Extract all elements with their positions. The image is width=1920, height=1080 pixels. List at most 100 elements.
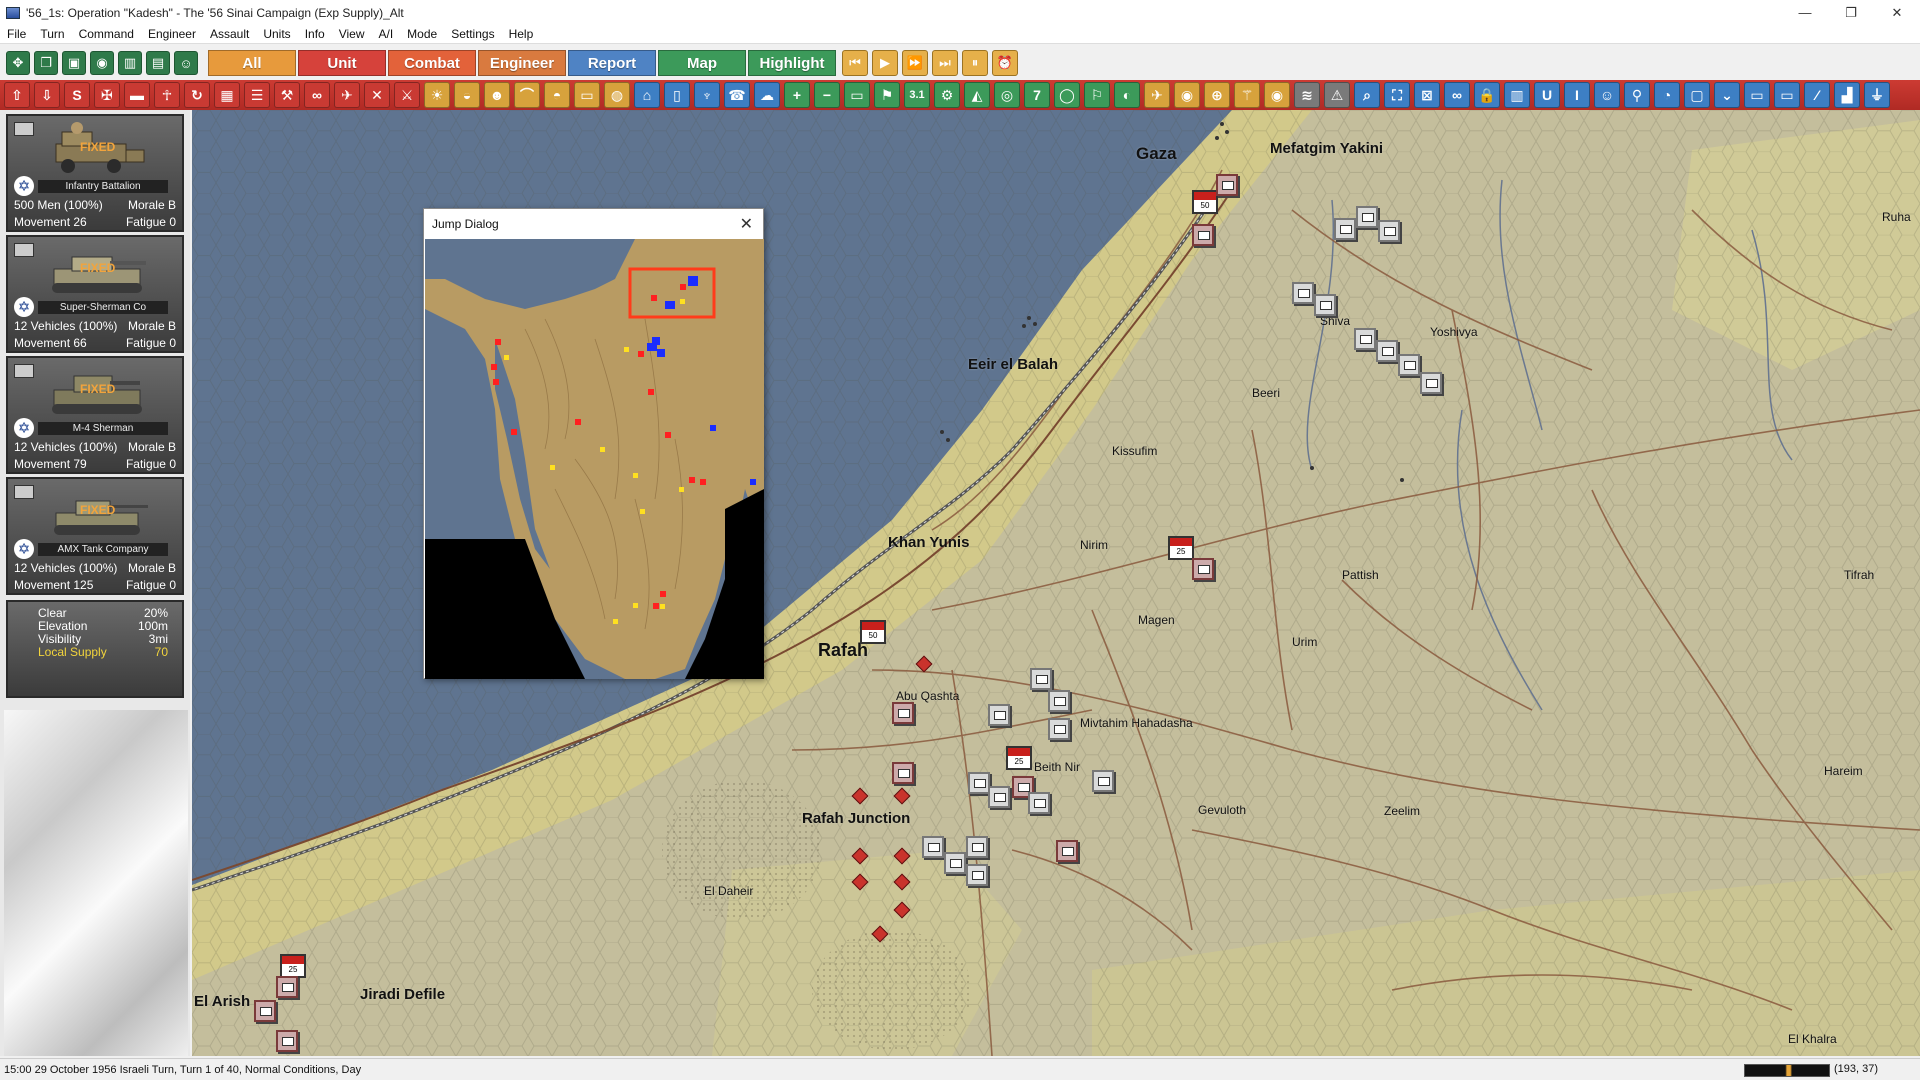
friendly-unit-counter[interactable] [1356, 206, 1378, 228]
tab-map[interactable]: Map [658, 50, 746, 76]
supply-icon[interactable]: S [64, 82, 90, 108]
objective-flag[interactable]: 25 [280, 954, 306, 978]
layers-icon[interactable]: ▣ [62, 51, 86, 75]
mine-icon[interactable]: ☀ [424, 82, 450, 108]
menu-ai[interactable]: A/I [372, 27, 401, 41]
menu-command[interactable]: Command [72, 27, 141, 41]
pause-icon[interactable]: ⏸ [962, 50, 988, 76]
signal-icon[interactable]: ⚚ [1234, 82, 1260, 108]
tab-report[interactable]: Report [568, 50, 656, 76]
u-icon[interactable]: U [1534, 82, 1560, 108]
face-icon[interactable]: ☺ [1594, 82, 1620, 108]
hq-icon[interactable]: ▭ [1744, 82, 1770, 108]
book-icon[interactable]: ▯ [664, 82, 690, 108]
objective-flag[interactable]: 50 [860, 620, 886, 644]
menu-turn[interactable]: Turn [33, 27, 71, 41]
first-turn-icon[interactable]: ⏮ [842, 50, 868, 76]
menu-view[interactable]: View [332, 27, 372, 41]
friendly-unit-counter[interactable] [1378, 220, 1400, 242]
sandbag-icon[interactable]: ▭ [574, 82, 600, 108]
enemy-unit-counter[interactable] [892, 762, 914, 784]
menu-assault[interactable]: Assault [203, 27, 256, 41]
fullscreen-icon[interactable]: ⛶ [1384, 82, 1410, 108]
friendly-unit-counter[interactable] [1292, 282, 1314, 304]
eye-icon[interactable]: ◉ [90, 51, 114, 75]
friendly-unit-counter[interactable] [968, 772, 990, 794]
friendly-unit-counter[interactable] [1314, 294, 1336, 316]
enemy-unit-counter[interactable] [276, 976, 298, 998]
warning-icon[interactable]: ⚠ [1324, 82, 1350, 108]
building-icon[interactable]: ⌂ [634, 82, 660, 108]
coin-icon[interactable]: ◉ [1174, 82, 1200, 108]
objective-flag[interactable]: 25 [1006, 746, 1032, 770]
grid-x-icon[interactable]: ⊠ [1414, 82, 1440, 108]
barrel-icon[interactable]: ◍ [604, 82, 630, 108]
helmet-icon[interactable]: ◓ [544, 82, 570, 108]
panel-icon[interactable]: ▢ [1684, 82, 1710, 108]
windows-icon[interactable]: ❐ [34, 51, 58, 75]
jump-dialog-close-button[interactable]: ✕ [740, 214, 753, 234]
unit-card[interactable]: FIXED ✡ M-4 Sherman 12 Vehicles (100%) M… [6, 356, 184, 474]
infantry-icon[interactable]: ☥ [154, 82, 180, 108]
objective-flag[interactable]: 25 [1168, 536, 1194, 560]
enemy-unit-counter[interactable] [1056, 840, 1078, 862]
zoom-out-icon[interactable]: − [814, 82, 840, 108]
rotate-icon[interactable]: ↻ [184, 82, 210, 108]
pin-icon[interactable]: ⚲ [1624, 82, 1650, 108]
ring-icon[interactable]: ◯ [1054, 82, 1080, 108]
enemy-unit-counter[interactable] [276, 1030, 298, 1052]
friendly-unit-counter[interactable] [1092, 770, 1114, 792]
friendly-unit-counter[interactable] [966, 864, 988, 886]
list-icon[interactable]: ☰ [244, 82, 270, 108]
chart-icon[interactable]: ▟ [1834, 82, 1860, 108]
slash-icon[interactable]: ⁄ [1804, 82, 1830, 108]
unit-card[interactable]: FIXED ✡ Infantry Battalion 500 Men (100%… [6, 114, 184, 232]
orders-icon[interactable]: ▦ [214, 82, 240, 108]
bridge-icon[interactable]: ⌒ [514, 82, 540, 108]
monitor-icon[interactable]: ▭ [844, 82, 870, 108]
level-label[interactable]: 7 [1024, 82, 1050, 108]
cloud-icon[interactable]: ☁ [754, 82, 780, 108]
menu-units[interactable]: Units [256, 27, 297, 41]
link-icon[interactable]: ∞ [1444, 82, 1470, 108]
enemy-unit-counter[interactable] [1192, 224, 1214, 246]
cancel-icon[interactable]: ✕ [364, 82, 390, 108]
tab-unit[interactable]: Unit [298, 50, 386, 76]
plane-yellow-icon[interactable]: ✈ [1144, 82, 1170, 108]
friendly-unit-counter[interactable] [988, 786, 1010, 808]
phone-icon[interactable]: ☎ [724, 82, 750, 108]
plane-icon[interactable]: ✈ [334, 82, 360, 108]
flag-icon[interactable]: ⚐ [1084, 82, 1110, 108]
upload-icon[interactable]: ⇧ [4, 82, 30, 108]
minimize-button[interactable]: — [1782, 0, 1828, 25]
menu-engineer[interactable]: Engineer [141, 27, 203, 41]
org-chart-icon[interactable]: ⏚ [1864, 82, 1890, 108]
menu-mode[interactable]: Mode [400, 27, 444, 41]
search-icon[interactable]: ⌕ [1354, 82, 1380, 108]
stack-icon[interactable]: ≋ [1294, 82, 1320, 108]
enemy-unit-counter[interactable] [254, 1000, 276, 1022]
friendly-unit-counter[interactable] [1048, 690, 1070, 712]
contrast-icon[interactable]: ◐ [1114, 82, 1140, 108]
tab-engineer[interactable]: Engineer [478, 50, 566, 76]
target-icon[interactable]: ◎ [994, 82, 1020, 108]
close-button[interactable]: ✕ [1874, 0, 1920, 25]
map-icon[interactable]: ▥ [118, 51, 142, 75]
play-icon[interactable]: ▶ [872, 50, 898, 76]
compass-icon[interactable]: ✥ [6, 51, 30, 75]
enemy-unit-counter[interactable] [1192, 558, 1214, 580]
smile-icon[interactable]: ☻ [484, 82, 510, 108]
friendly-unit-counter[interactable] [1420, 372, 1442, 394]
binoculars-icon[interactable]: ∞ [304, 82, 330, 108]
counter-icon[interactable]: ▭ [1774, 82, 1800, 108]
objective-flag[interactable]: 50 [1192, 190, 1218, 214]
image-icon[interactable]: ▤ [146, 51, 170, 75]
wrench-icon[interactable]: ⚒ [274, 82, 300, 108]
rifles-icon[interactable]: ⚔ [394, 82, 420, 108]
scale-label[interactable]: 3.1 [904, 82, 930, 108]
menu-help[interactable]: Help [502, 27, 541, 41]
friendly-unit-counter[interactable] [1028, 792, 1050, 814]
friendly-unit-counter[interactable] [1030, 668, 1052, 690]
zoom-in-icon[interactable]: + [784, 82, 810, 108]
friendly-unit-counter[interactable] [1334, 218, 1356, 240]
